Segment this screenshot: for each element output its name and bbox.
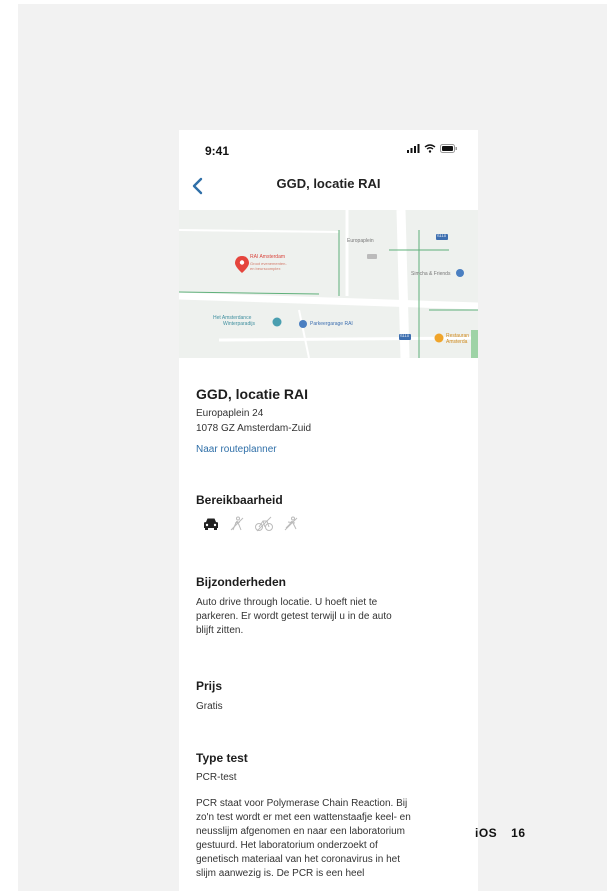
status-bar: 9:41	[179, 130, 478, 166]
test-desc-line-4: gestuurd. Het laboratorium onderzoekt of	[196, 840, 378, 851]
page-title: GGD, locatie RAI	[276, 176, 381, 191]
test-type-heading: Type test	[196, 751, 248, 765]
details-line-2: parkeren. Er wordt getest terwijl u in d…	[196, 611, 392, 622]
test-desc-line-3: neusslijm afgenomen en naar een laborato…	[196, 826, 406, 837]
phone-screen: 9:41 GGD, locatie RAI Europaplein RAI Am…	[179, 130, 478, 891]
navigation-bar: GGD, locatie RAI	[179, 166, 478, 210]
test-desc-line-6: slijm aanwezig is. De PCR is een heel	[196, 868, 365, 879]
details-line-1: Auto drive through locatie. U hoeft niet…	[196, 597, 378, 608]
map-label-simcha: Simcha & Friends	[411, 271, 451, 277]
signal-icon	[407, 144, 420, 153]
price-heading: Prijs	[196, 679, 223, 693]
bicycle-icon	[255, 516, 273, 532]
status-time: 9:41	[205, 144, 230, 158]
map-label-rai: RAI Amsterdam	[250, 254, 286, 260]
running-icon	[284, 516, 298, 531]
battery-icon	[440, 144, 457, 153]
map-route-badge-2: S110	[400, 333, 410, 338]
map-label-rai-sub2: en beurscomplex	[250, 266, 281, 271]
reachability-icons	[203, 516, 299, 532]
map-label-restaurant-2: Amsterda	[446, 339, 468, 345]
reachability-heading: Bereikbaarheid	[196, 493, 283, 507]
price-value: Gratis	[196, 701, 223, 712]
map-route-badge-1: S110	[437, 233, 447, 238]
walking-icon	[230, 516, 244, 531]
details-heading: Bijzonderheden	[196, 575, 287, 589]
map-label-europaplein: Europaplein	[347, 238, 374, 244]
location-name: GGD, locatie RAI	[196, 386, 309, 402]
wifi-icon	[424, 144, 436, 153]
os-version-label: iOS 16	[475, 826, 526, 840]
location-city: 1078 GZ Amsterdam-Zuid	[196, 423, 312, 434]
route-planner-link[interactable]: Naar routeplanner	[196, 444, 277, 455]
map-roads	[179, 210, 478, 358]
test-desc-line-5: genetisch materiaal van het coronavirus …	[196, 854, 401, 865]
map-label-amsterdance-2: Winterparadijs	[223, 321, 255, 327]
os-version: 16	[511, 826, 526, 840]
location-street: Europaplein 24	[196, 408, 264, 419]
location-map[interactable]: Europaplein RAI Amsterdam Groot evenemen…	[179, 210, 478, 358]
car-icon	[204, 518, 218, 530]
details-line-3: blijft zitten.	[196, 625, 244, 636]
map-label-parkeergarage: Parkeergarage RAI	[310, 321, 353, 327]
os-name: iOS	[475, 826, 498, 840]
test-desc-line-1: PCR staat voor Polymerase Chain Reaction…	[196, 798, 408, 809]
test-type-value: PCR-test	[196, 772, 237, 783]
test-desc-line-2: zo'n test wordt er met een wattenstaafje…	[196, 812, 411, 823]
status-icons	[407, 144, 458, 153]
